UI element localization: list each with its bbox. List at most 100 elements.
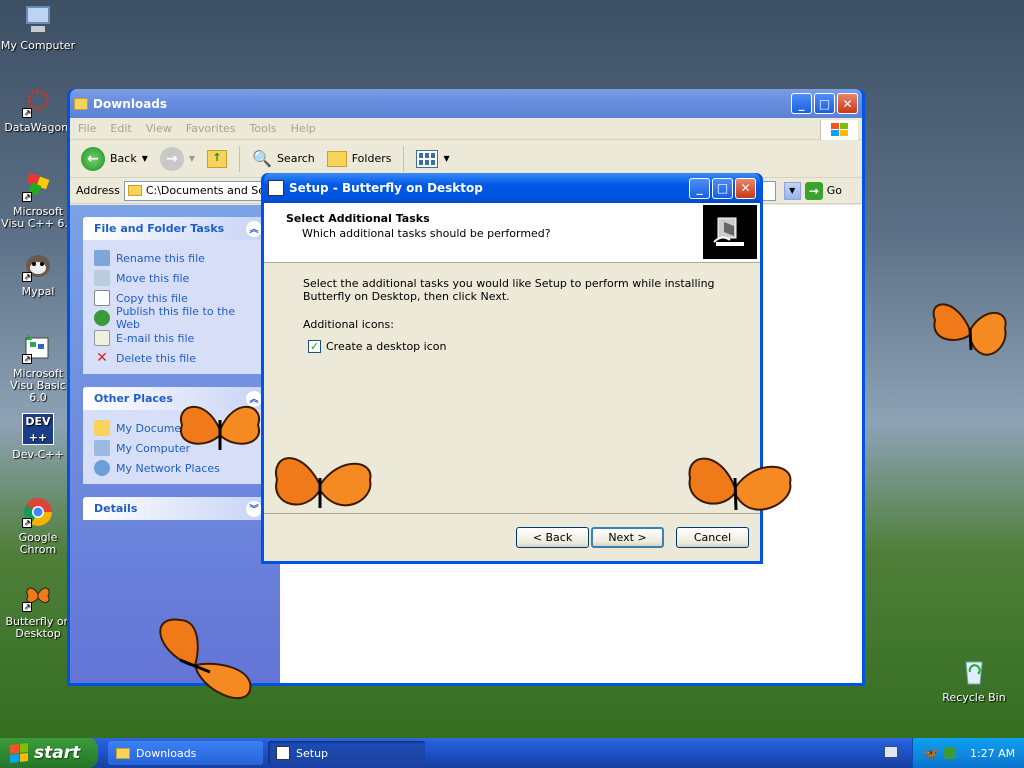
views-button[interactable]: ▼	[413, 148, 452, 170]
computer-icon	[94, 440, 110, 456]
butterfly-image	[274, 457, 372, 508]
views-icon	[416, 149, 439, 168]
menu-edit[interactable]: Edit	[110, 122, 131, 135]
details-panel: Details ︾	[83, 497, 268, 520]
task-label: Copy this file	[116, 291, 188, 305]
shortcut-arrow-icon: ↗	[22, 354, 32, 364]
butterfly-tray-icon[interactable]: 🦋	[923, 746, 938, 760]
clock[interactable]: 1:27 AM	[970, 747, 1015, 760]
minimize-button[interactable]: _	[791, 93, 812, 114]
taskbar-item-downloads[interactable]: Downloads	[108, 741, 263, 765]
desktop-icon-devcpp[interactable]: DEV ++ Dev-C++	[0, 413, 76, 461]
file-folder-tasks-header[interactable]: File and Folder Tasks ︽	[83, 217, 268, 240]
task-email[interactable]: E-mail this file	[94, 328, 258, 348]
details-header[interactable]: Details ︾	[83, 497, 268, 520]
move-icon	[94, 270, 110, 286]
forward-button[interactable]: → ▼	[157, 145, 198, 173]
next-button[interactable]: Next >	[591, 527, 664, 548]
my-documents-icon	[94, 420, 110, 436]
create-desktop-icon-option[interactable]: ✓ Create a desktop icon	[303, 340, 760, 353]
panel-title: Details	[94, 502, 138, 515]
desktop-icon-checkbox[interactable]: ✓	[308, 340, 321, 353]
desktop-icon-recycle-bin[interactable]: Recycle Bin	[936, 656, 1012, 704]
up-folder-icon: ↑	[207, 149, 228, 168]
setup-app-icon	[268, 180, 284, 196]
go-button[interactable]: → Go	[804, 181, 862, 200]
start-button[interactable]: start	[0, 738, 98, 768]
chevron-down-icon[interactable]: ▼	[142, 154, 148, 163]
folders-button[interactable]: Folders	[324, 149, 395, 169]
windows-logo-icon	[820, 120, 858, 140]
back-arrow-icon: ←	[81, 146, 105, 171]
folder-icon	[116, 747, 130, 759]
close-button[interactable]: ✕	[735, 177, 756, 199]
system-tray: 🦋 1:27 AM	[912, 738, 1024, 768]
menu-favorites[interactable]: Favorites	[186, 122, 236, 135]
additional-icons-label: Additional icons:	[303, 318, 394, 331]
folders-icon	[326, 150, 347, 167]
back-label: Back	[110, 152, 137, 165]
minimize-button[interactable]: _	[689, 177, 710, 199]
setup-titlebar[interactable]: Setup - Butterfly on Desktop _ □ ✕	[264, 173, 760, 203]
maximize-button[interactable]: □	[814, 93, 835, 114]
email-icon	[94, 330, 110, 346]
checkbox-label[interactable]: Create a desktop icon	[326, 340, 446, 353]
keyboard-icon[interactable]	[884, 746, 898, 758]
recycle-bin-icon	[958, 656, 990, 688]
menu-help[interactable]: Help	[291, 122, 316, 135]
setup-subheading: Which additional tasks should be perform…	[302, 227, 551, 240]
butterfly-image	[159, 618, 252, 700]
maximize-button[interactable]: □	[712, 177, 733, 199]
forward-arrow-icon: →	[159, 146, 184, 171]
desktop-icon-datawagon[interactable]: ↗ DataWagon.	[0, 86, 76, 134]
desktop-icon-butterfly[interactable]: ↗ Butterfly on Desktop	[0, 580, 76, 640]
menu-tools[interactable]: Tools	[250, 122, 277, 135]
task-rename[interactable]: Rename this file	[94, 248, 258, 268]
search-button[interactable]: 🔍 Search	[249, 147, 318, 170]
desktop-icon-label: Recycle Bin	[942, 691, 1006, 704]
panel-title: File and Folder Tasks	[94, 222, 225, 235]
back-button[interactable]: < Back	[516, 527, 589, 548]
search-icon: 🔍	[252, 149, 272, 168]
desktop-icon-chrome[interactable]: ↗ Google Chrom	[0, 496, 76, 556]
desktop-icon-vc6[interactable]: ↗ Microsoft Visu C++ 6.0	[0, 170, 76, 230]
menu-file[interactable]: File	[78, 122, 96, 135]
menu-view[interactable]: View	[146, 122, 172, 135]
desktop-icon-my-computer[interactable]: My Computer	[0, 4, 76, 52]
task-delete[interactable]: ✕ Delete this file	[94, 348, 258, 368]
cancel-button[interactable]: Cancel	[676, 527, 749, 548]
mypal-icon: ↗	[22, 250, 54, 282]
delete-icon: ✕	[96, 350, 108, 366]
close-button[interactable]: ✕	[837, 93, 858, 114]
chevron-down-icon[interactable]: ▼	[189, 154, 195, 163]
setup-computer-icon	[703, 205, 757, 259]
desktop-icon-label: Microsoft Visu Basic 6.0	[10, 367, 66, 404]
task-label: E-mail this file	[116, 331, 195, 345]
expand-chevron-icon[interactable]: ︾	[246, 500, 262, 517]
windows-logo-icon	[10, 743, 28, 763]
setup-header: Select Additional Tasks Which additional…	[264, 203, 760, 263]
desktop-icon-mypal[interactable]: ↗ Mypal	[0, 250, 76, 298]
back-button[interactable]: ← Back ▼	[78, 145, 151, 173]
task-move[interactable]: Move this file	[94, 268, 258, 288]
desktop-icon-label: Microsoft Visu C++ 6.0	[1, 205, 75, 230]
task-publish[interactable]: Publish this file to the Web	[94, 305, 258, 331]
network-tray-icon[interactable]	[943, 747, 956, 759]
desktop-icon-vb6[interactable]: ↗ Microsoft Visu Basic 6.0	[0, 332, 76, 404]
taskbar-item-setup[interactable]: Setup	[268, 741, 425, 765]
explorer-titlebar[interactable]: Downloads _ □ ✕	[70, 89, 862, 118]
task-label: Move this file	[116, 271, 190, 285]
up-folder-button[interactable]: ↑	[204, 148, 230, 170]
address-label: Address	[76, 184, 120, 197]
address-dropdown-button[interactable]: ▼	[783, 181, 801, 200]
butterfly-image	[932, 303, 1007, 356]
butterfly-icon: ↗	[22, 580, 54, 612]
shortcut-arrow-icon: ↗	[22, 192, 32, 202]
task-label: Rename this file	[116, 251, 205, 265]
folders-label: Folders	[351, 152, 392, 165]
shortcut-arrow-icon: ↗	[22, 602, 32, 612]
datawagon-icon: ↗	[22, 86, 54, 118]
network-icon	[94, 460, 110, 476]
collapse-chevron-icon[interactable]: ︽	[246, 220, 262, 237]
globe-icon	[94, 310, 110, 326]
